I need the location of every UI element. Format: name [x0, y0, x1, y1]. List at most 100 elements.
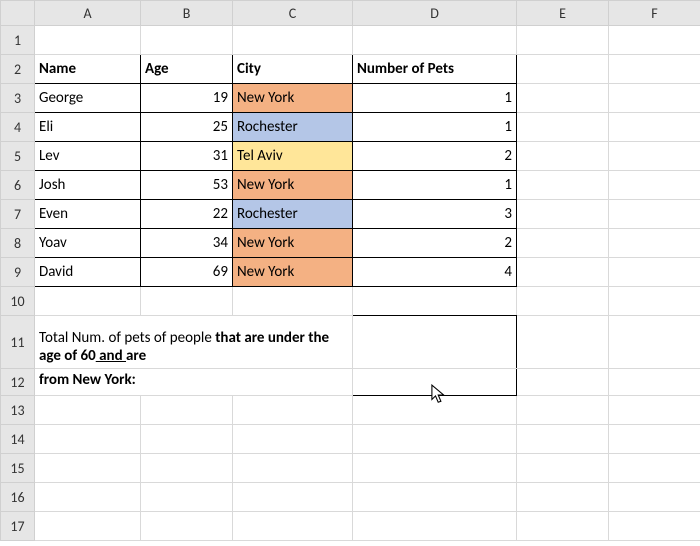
cell-A5[interactable]: Lev	[35, 142, 141, 171]
cell-D13[interactable]	[353, 396, 517, 425]
cell-A6[interactable]: Josh	[35, 171, 141, 200]
cell-A8[interactable]: Yoav	[35, 229, 141, 258]
cell-E16[interactable]	[517, 483, 609, 512]
cell-C9[interactable]: New York	[233, 258, 353, 287]
cell-E3[interactable]	[517, 84, 609, 113]
cell-E10[interactable]	[517, 287, 609, 316]
cell-B2[interactable]: Age	[141, 55, 233, 84]
cell-A13[interactable]	[35, 396, 141, 425]
cell-B9[interactable]: 69	[141, 258, 233, 287]
cell-D12[interactable]	[353, 369, 517, 396]
cell-F16[interactable]	[609, 483, 700, 512]
cell-B10[interactable]	[141, 287, 233, 316]
corner-cell[interactable]	[1, 1, 35, 26]
cell-B16[interactable]	[141, 483, 233, 512]
cell-A7[interactable]: Even	[35, 200, 141, 229]
cell-A11[interactable]: Total Num. of pets of people that are un…	[35, 316, 353, 369]
cell-D3[interactable]: 1	[353, 84, 517, 113]
cell-D2[interactable]: Number of Pets	[353, 55, 517, 84]
cell-B1[interactable]	[141, 26, 233, 55]
cell-F9[interactable]	[609, 258, 700, 287]
cell-F8[interactable]	[609, 229, 700, 258]
cell-D17[interactable]	[353, 512, 517, 541]
row-4[interactable]: 4	[1, 113, 35, 142]
cell-C4[interactable]: Rochester	[233, 113, 353, 142]
cell-A16[interactable]	[35, 483, 141, 512]
cell-E13[interactable]	[517, 396, 609, 425]
cell-A4[interactable]: Eli	[35, 113, 141, 142]
row-9[interactable]: 9	[1, 258, 35, 287]
cell-D8[interactable]: 2	[353, 229, 517, 258]
cell-E12[interactable]	[517, 369, 609, 396]
cell-E14[interactable]	[517, 425, 609, 454]
cell-B3[interactable]: 19	[141, 84, 233, 113]
cell-C14[interactable]	[233, 425, 353, 454]
cell-F15[interactable]	[609, 454, 700, 483]
cell-F4[interactable]	[609, 113, 700, 142]
cell-D1[interactable]	[353, 26, 517, 55]
spreadsheet[interactable]: A B C D E F 1 2 Name Age City Number of …	[0, 0, 700, 546]
cell-F5[interactable]	[609, 142, 700, 171]
cell-E5[interactable]	[517, 142, 609, 171]
cell-D15[interactable]	[353, 454, 517, 483]
cell-C16[interactable]	[233, 483, 353, 512]
cell-A15[interactable]	[35, 454, 141, 483]
cell-C17[interactable]	[233, 512, 353, 541]
cell-A3[interactable]: George	[35, 84, 141, 113]
row-8[interactable]: 8	[1, 229, 35, 258]
cell-E15[interactable]	[517, 454, 609, 483]
cell-B17[interactable]	[141, 512, 233, 541]
row-12[interactable]: 12	[1, 369, 35, 396]
cell-F1[interactable]	[609, 26, 700, 55]
cell-D6[interactable]: 1	[353, 171, 517, 200]
row-15[interactable]: 15	[1, 454, 35, 483]
cell-E4[interactable]	[517, 113, 609, 142]
cell-A9[interactable]: David	[35, 258, 141, 287]
cell-A17[interactable]	[35, 512, 141, 541]
cell-E2[interactable]	[517, 55, 609, 84]
col-B[interactable]: B	[141, 1, 233, 26]
row-6[interactable]: 6	[1, 171, 35, 200]
row-7[interactable]: 7	[1, 200, 35, 229]
cell-F11[interactable]	[609, 316, 700, 369]
row-16[interactable]: 16	[1, 483, 35, 512]
cell-D16[interactable]	[353, 483, 517, 512]
cell-C8[interactable]: New York	[233, 229, 353, 258]
cell-D14[interactable]	[353, 425, 517, 454]
cell-B15[interactable]	[141, 454, 233, 483]
cell-A2[interactable]: Name	[35, 55, 141, 84]
cell-E17[interactable]	[517, 512, 609, 541]
cell-C13[interactable]	[233, 396, 353, 425]
cell-F3[interactable]	[609, 84, 700, 113]
cell-E9[interactable]	[517, 258, 609, 287]
col-F[interactable]: F	[609, 1, 700, 26]
row-10[interactable]: 10	[1, 287, 35, 316]
cell-E8[interactable]	[517, 229, 609, 258]
cell-D4[interactable]: 1	[353, 113, 517, 142]
cell-B6[interactable]: 53	[141, 171, 233, 200]
cell-A1[interactable]	[35, 26, 141, 55]
cell-C2[interactable]: City	[233, 55, 353, 84]
cell-C6[interactable]: New York	[233, 171, 353, 200]
row-13[interactable]: 13	[1, 396, 35, 425]
cell-B14[interactable]	[141, 425, 233, 454]
cell-D7[interactable]: 3	[353, 200, 517, 229]
cell-F14[interactable]	[609, 425, 700, 454]
row-1[interactable]: 1	[1, 26, 35, 55]
cell-E11[interactable]	[517, 316, 609, 369]
cell-B4[interactable]: 25	[141, 113, 233, 142]
row-14[interactable]: 14	[1, 425, 35, 454]
grid[interactable]: A B C D E F 1 2 Name Age City Number of …	[0, 0, 700, 541]
cell-A12[interactable]: from New York:	[35, 369, 353, 396]
cell-A10[interactable]	[35, 287, 141, 316]
cell-D10[interactable]	[353, 287, 517, 316]
cell-D9[interactable]: 4	[353, 258, 517, 287]
cell-F7[interactable]	[609, 200, 700, 229]
cell-F12[interactable]	[609, 369, 700, 396]
cell-C5[interactable]: Tel Aviv	[233, 142, 353, 171]
cell-E7[interactable]	[517, 200, 609, 229]
cell-C3[interactable]: New York	[233, 84, 353, 113]
cell-E1[interactable]	[517, 26, 609, 55]
cell-B8[interactable]: 34	[141, 229, 233, 258]
row-5[interactable]: 5	[1, 142, 35, 171]
